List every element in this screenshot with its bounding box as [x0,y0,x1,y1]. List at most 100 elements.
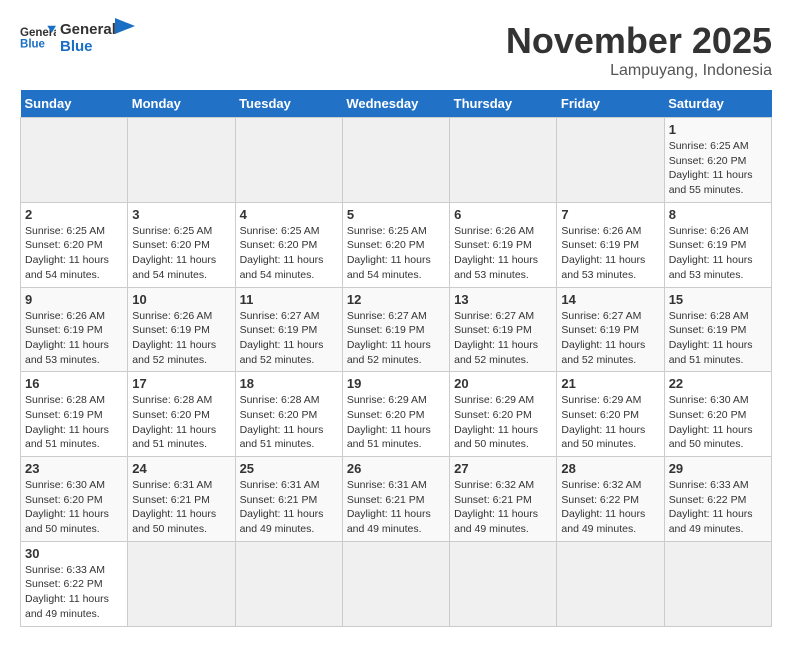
page-header: General Blue General Blue November 2025 … [20,20,772,80]
day-number: 9 [25,292,123,307]
day-detail: Sunrise: 6:26 AM Sunset: 6:19 PM Dayligh… [561,224,659,283]
calendar-cell: 19Sunrise: 6:29 AM Sunset: 6:20 PM Dayli… [342,372,449,457]
calendar-header-row: SundayMondayTuesdayWednesdayThursdayFrid… [21,90,772,118]
day-detail: Sunrise: 6:26 AM Sunset: 6:19 PM Dayligh… [669,224,767,283]
calendar-week-row: 16 Sunrise: 6:28 AM Sunset: 6:19 PM Dayli… [21,372,772,457]
calendar-week-row: 30 Sunrise: 6:33 AM Sunset: 6:22 PM Dayli… [21,541,772,626]
day-number: 20 [454,376,552,391]
calendar-week-row: 1Sunrise: 6:25 AM Sunset: 6:20 PM Daylig… [21,118,772,203]
day-number: 15 [669,292,767,307]
calendar-cell: 10 Sunrise: 6:26 AM Sunset: 6:19 PM Dayli… [128,287,235,372]
day-detail: Sunrise: 6:25 AM Sunset: 6:20 PM Dayligh… [240,224,338,283]
logo-icon: General Blue [20,20,56,56]
day-number: 14 [561,292,659,307]
calendar-cell: 12 Sunrise: 6:27 AM Sunset: 6:19 PM Dayli… [342,287,449,372]
day-number: 2 [25,207,123,222]
day-detail: Sunrise: 6:28 AM Sunset: 6:20 PM Dayligh… [132,393,230,452]
day-header-sunday: Sunday [21,90,128,118]
calendar-week-row: 2 Sunrise: 6:25 AM Sunset: 6:20 PM Daylig… [21,202,772,287]
day-number: 16 [25,376,123,391]
day-detail: Sunrise: 6:27 AM Sunset: 6:19 PM Dayligh… [240,309,338,368]
calendar-cell: 6 Sunrise: 6:26 AM Sunset: 6:19 PM Daylig… [450,202,557,287]
day-detail: Sunrise: 6:27 AM Sunset: 6:19 PM Dayligh… [347,309,445,368]
calendar-cell: 29Sunrise: 6:33 AM Sunset: 6:22 PM Dayli… [664,457,771,542]
calendar-cell: 27 Sunrise: 6:32 AM Sunset: 6:21 PM Dayli… [450,457,557,542]
calendar-cell: 1Sunrise: 6:25 AM Sunset: 6:20 PM Daylig… [664,118,771,203]
day-number: 26 [347,461,445,476]
calendar-cell: 15 Sunrise: 6:28 AM Sunset: 6:19 PM Dayli… [664,287,771,372]
day-detail: Sunrise: 6:27 AM Sunset: 6:19 PM Dayligh… [561,309,659,368]
calendar-cell: 21 Sunrise: 6:29 AM Sunset: 6:20 PM Dayli… [557,372,664,457]
calendar-cell: 17 Sunrise: 6:28 AM Sunset: 6:20 PM Dayli… [128,372,235,457]
day-detail: Sunrise: 6:25 AM Sunset: 6:20 PM Dayligh… [132,224,230,283]
calendar-cell [128,118,235,203]
day-detail: Sunrise: 6:32 AM Sunset: 6:21 PM Dayligh… [454,478,552,537]
day-detail: Sunrise: 6:26 AM Sunset: 6:19 PM Dayligh… [132,309,230,368]
calendar-cell [342,541,449,626]
calendar-cell: 5Sunrise: 6:25 AM Sunset: 6:20 PM Daylig… [342,202,449,287]
day-number: 25 [240,461,338,476]
day-number: 27 [454,461,552,476]
day-number: 10 [132,292,230,307]
calendar-table: SundayMondayTuesdayWednesdayThursdayFrid… [20,90,772,627]
day-header-thursday: Thursday [450,90,557,118]
calendar-cell [235,118,342,203]
calendar-cell: 3 Sunrise: 6:25 AM Sunset: 6:20 PM Daylig… [128,202,235,287]
day-header-tuesday: Tuesday [235,90,342,118]
calendar-cell [450,118,557,203]
day-detail: Sunrise: 6:32 AM Sunset: 6:22 PM Dayligh… [561,478,659,537]
calendar-cell: 30 Sunrise: 6:33 AM Sunset: 6:22 PM Dayli… [21,541,128,626]
calendar-cell: 14 Sunrise: 6:27 AM Sunset: 6:19 PM Dayli… [557,287,664,372]
day-number: 6 [454,207,552,222]
day-number: 12 [347,292,445,307]
day-header-saturday: Saturday [664,90,771,118]
day-number: 21 [561,376,659,391]
calendar-cell: 24 Sunrise: 6:31 AM Sunset: 6:21 PM Dayli… [128,457,235,542]
day-detail: Sunrise: 6:31 AM Sunset: 6:21 PM Dayligh… [132,478,230,537]
day-number: 24 [132,461,230,476]
day-number: 28 [561,461,659,476]
day-detail: Sunrise: 6:33 AM Sunset: 6:22 PM Dayligh… [25,563,123,622]
calendar-cell: 13 Sunrise: 6:27 AM Sunset: 6:19 PM Dayli… [450,287,557,372]
calendar-cell: 2 Sunrise: 6:25 AM Sunset: 6:20 PM Daylig… [21,202,128,287]
logo-blue-text: Blue [60,38,116,55]
calendar-cell: 22Sunrise: 6:30 AM Sunset: 6:20 PM Dayli… [664,372,771,457]
day-number: 13 [454,292,552,307]
day-detail: Sunrise: 6:25 AM Sunset: 6:20 PM Dayligh… [669,139,767,198]
day-detail: Sunrise: 6:28 AM Sunset: 6:20 PM Dayligh… [240,393,338,452]
day-header-wednesday: Wednesday [342,90,449,118]
calendar-cell: 7Sunrise: 6:26 AM Sunset: 6:19 PM Daylig… [557,202,664,287]
day-detail: Sunrise: 6:29 AM Sunset: 6:20 PM Dayligh… [347,393,445,452]
day-detail: Sunrise: 6:25 AM Sunset: 6:20 PM Dayligh… [25,224,123,283]
calendar-cell: 26 Sunrise: 6:31 AM Sunset: 6:21 PM Dayli… [342,457,449,542]
day-detail: Sunrise: 6:28 AM Sunset: 6:19 PM Dayligh… [25,393,123,452]
calendar-cell [450,541,557,626]
calendar-cell: 20 Sunrise: 6:29 AM Sunset: 6:20 PM Dayli… [450,372,557,457]
day-number: 11 [240,292,338,307]
day-number: 3 [132,207,230,222]
day-detail: Sunrise: 6:30 AM Sunset: 6:20 PM Dayligh… [669,393,767,452]
day-detail: Sunrise: 6:29 AM Sunset: 6:20 PM Dayligh… [561,393,659,452]
day-detail: Sunrise: 6:28 AM Sunset: 6:19 PM Dayligh… [669,309,767,368]
calendar-cell [557,118,664,203]
day-number: 30 [25,546,123,561]
logo: General Blue General Blue [20,20,139,56]
day-detail: Sunrise: 6:27 AM Sunset: 6:19 PM Dayligh… [454,309,552,368]
day-detail: Sunrise: 6:25 AM Sunset: 6:20 PM Dayligh… [347,224,445,283]
month-title: November 2025 [506,20,772,62]
day-detail: Sunrise: 6:26 AM Sunset: 6:19 PM Dayligh… [25,309,123,368]
day-header-friday: Friday [557,90,664,118]
day-number: 18 [240,376,338,391]
calendar-cell [664,541,771,626]
day-detail: Sunrise: 6:31 AM Sunset: 6:21 PM Dayligh… [347,478,445,537]
day-detail: Sunrise: 6:29 AM Sunset: 6:20 PM Dayligh… [454,393,552,452]
calendar-week-row: 9 Sunrise: 6:26 AM Sunset: 6:19 PM Daylig… [21,287,772,372]
calendar-cell [128,541,235,626]
day-detail: Sunrise: 6:26 AM Sunset: 6:19 PM Dayligh… [454,224,552,283]
day-header-monday: Monday [128,90,235,118]
logo-general-text: General [60,21,116,38]
calendar-cell [557,541,664,626]
day-number: 17 [132,376,230,391]
calendar-cell: 4Sunrise: 6:25 AM Sunset: 6:20 PM Daylig… [235,202,342,287]
calendar-cell: 25Sunrise: 6:31 AM Sunset: 6:21 PM Dayli… [235,457,342,542]
